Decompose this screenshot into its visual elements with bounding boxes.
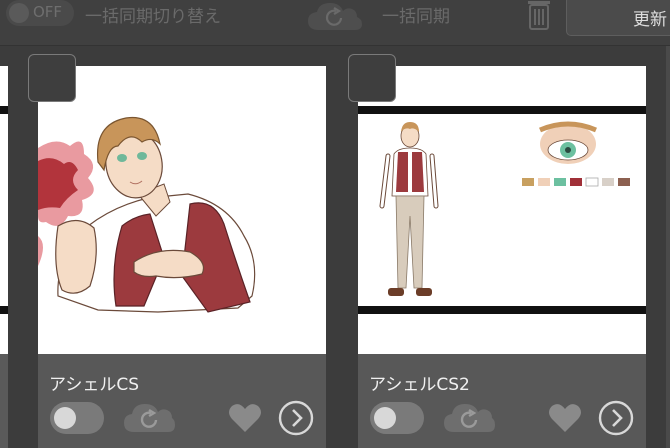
toggle-knob (54, 407, 76, 429)
select-checkbox[interactable] (348, 54, 396, 102)
character-illustration (38, 66, 326, 354)
project-name: アシェルCS (49, 375, 139, 395)
toggle-knob (374, 407, 396, 429)
heart-icon[interactable] (548, 402, 582, 434)
bulk-sync-toggle-label: 一括同期切り替え (85, 7, 221, 27)
update-button[interactable]: 更新 (566, 0, 670, 36)
project-thumbnail[interactable] (38, 66, 326, 354)
toolbar: OFF 一括同期切り替え 一括同期 更新 (0, 0, 670, 46)
bulk-sync-toggle[interactable]: OFF (6, 0, 74, 26)
cloud-sync-icon[interactable] (442, 400, 496, 434)
chevron-right-icon[interactable] (598, 400, 634, 436)
heart-icon[interactable] (228, 402, 262, 434)
cloud-sync-icon[interactable] (122, 400, 176, 434)
color-swatches (522, 177, 630, 187)
bulk-sync-label: 一括同期 (382, 7, 450, 27)
partial-card-left (0, 66, 8, 448)
toggle-knob (9, 3, 29, 23)
chevron-right-icon[interactable] (278, 400, 314, 436)
toggle-state-text: OFF (33, 3, 63, 21)
cloud-sync-icon[interactable] (305, 0, 363, 32)
project-name: アシェルCS2 (369, 375, 470, 395)
sync-toggle[interactable] (370, 402, 424, 434)
character-sheet-illustration (358, 66, 646, 354)
project-thumbnail[interactable] (358, 66, 646, 354)
partial-card-right (666, 46, 670, 448)
select-checkbox[interactable] (28, 54, 76, 102)
update-button-label: 更新 (633, 10, 667, 30)
project-card[interactable]: アシェルCS2 (348, 54, 646, 448)
sync-toggle[interactable] (50, 402, 104, 434)
trash-icon[interactable] (526, 0, 552, 30)
project-card[interactable]: アシェルCS (28, 54, 326, 448)
